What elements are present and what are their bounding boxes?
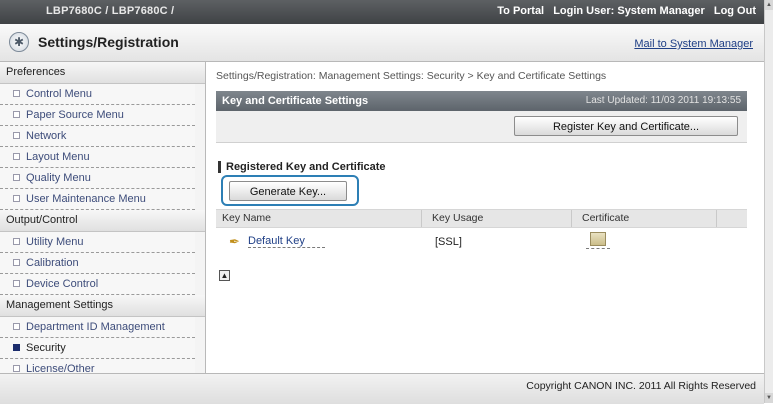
sidebar-section-preferences: Preferences: [0, 62, 205, 84]
settings-gear-icon: ✱: [9, 32, 29, 52]
panel-header: Key and Certificate Settings Last Update…: [216, 91, 747, 111]
back-to-top-icon[interactable]: ▲: [219, 270, 230, 281]
sidebar-item-department-id-management[interactable]: Department ID Management: [0, 317, 195, 338]
column-header-certificate: Certificate: [582, 212, 630, 224]
panel-body: Register Key and Certificate...: [216, 111, 747, 143]
sidebar-section-management-settings: Management Settings: [0, 295, 205, 317]
sidebar-item-label: Network: [26, 130, 67, 142]
section-title: Registered Key and Certificate: [218, 161, 386, 173]
page-title: Settings/Registration: [38, 34, 179, 50]
sidebar-item-utility-menu[interactable]: Utility Menu: [0, 232, 195, 253]
column-divider: [571, 210, 572, 227]
bullet-icon: [13, 280, 20, 287]
title-bar: ✱ Settings/Registration Mail to System M…: [0, 24, 764, 62]
column-header-key-name: Key Name: [222, 212, 272, 224]
sidebar-item-label: Layout Menu: [26, 151, 90, 163]
generate-key-button[interactable]: Generate Key...: [229, 181, 347, 201]
vertical-scrollbar[interactable]: ▲ ▼: [764, 0, 773, 403]
register-key-certificate-button[interactable]: Register Key and Certificate...: [514, 116, 738, 136]
key-icon: ✒: [229, 234, 240, 249]
bullet-icon: [13, 153, 20, 160]
to-portal-link[interactable]: To Portal: [497, 5, 544, 17]
sidebar-item-control-menu[interactable]: Control Menu: [0, 84, 195, 105]
bullet-icon: [13, 111, 20, 118]
bullet-icon: [13, 132, 20, 139]
sidebar-item-quality-menu[interactable]: Quality Menu: [0, 168, 195, 189]
logout-link[interactable]: Log Out: [714, 5, 756, 17]
copyright: Copyright CANON INC. 2011 All Rights Res…: [526, 380, 756, 392]
certificate-underline: [586, 248, 610, 249]
sidebar-item-label: Control Menu: [26, 88, 93, 100]
sidebar-item-user-maintenance-menu[interactable]: User Maintenance Menu: [0, 189, 195, 210]
device-name: LBP7680C / LBP7680C /: [46, 5, 175, 17]
sidebar-item-label: Department ID Management: [26, 321, 165, 333]
sidebar: Preferences Control Menu Paper Source Me…: [0, 62, 206, 373]
table-row: ✒ Default Key [SSL]: [216, 228, 747, 258]
sidebar-item-label: Paper Source Menu: [26, 109, 124, 121]
scroll-up-icon[interactable]: ▲: [765, 0, 773, 10]
sidebar-item-paper-source-menu[interactable]: Paper Source Menu: [0, 105, 195, 126]
login-user-label: Login User: System Manager: [553, 5, 705, 17]
top-bar: LBP7680C / LBP7680C / To Portal Login Us…: [0, 0, 764, 24]
sidebar-item-layout-menu[interactable]: Layout Menu: [0, 147, 195, 168]
sidebar-item-network[interactable]: Network: [0, 126, 195, 147]
last-updated: Last Updated: 11/03 2011 19:13:55: [585, 95, 741, 106]
main-content: Settings/Registration: Management Settin…: [206, 62, 764, 373]
sidebar-item-device-control[interactable]: Device Control: [0, 274, 195, 295]
sidebar-item-label: Security: [26, 342, 66, 354]
sidebar-item-calibration[interactable]: Calibration: [0, 253, 195, 274]
bullet-icon: [13, 365, 20, 372]
sidebar-section-output-control: Output/Control: [0, 210, 205, 232]
bullet-icon: [13, 174, 20, 181]
bullet-icon: [13, 195, 20, 202]
bullet-icon: [13, 259, 20, 266]
breadcrumb: Settings/Registration: Management Settin…: [216, 70, 607, 82]
sidebar-item-label: User Maintenance Menu: [26, 193, 146, 205]
mail-to-system-manager-link[interactable]: Mail to System Manager: [634, 38, 753, 50]
key-usage: [SSL]: [435, 236, 462, 248]
column-divider: [716, 210, 717, 227]
bullet-icon: [13, 90, 20, 97]
key-name-link[interactable]: Default Key: [248, 235, 325, 248]
table-header: Key Name Key Usage Certificate: [216, 209, 747, 228]
sidebar-item-security[interactable]: Security: [0, 338, 195, 359]
bullet-icon: [13, 323, 20, 330]
scroll-down-icon[interactable]: ▼: [765, 393, 773, 403]
certificate-icon[interactable]: [590, 232, 606, 246]
top-links: To Portal Login User: System Manager Log…: [491, 5, 756, 17]
bullet-icon: [13, 344, 20, 351]
sidebar-item-label: Calibration: [26, 257, 79, 269]
panel-title: Key and Certificate Settings: [222, 95, 369, 107]
sidebar-item-label: Quality Menu: [26, 172, 91, 184]
bullet-icon: [13, 238, 20, 245]
key-table: Key Name Key Usage Certificate ✒ Default…: [216, 209, 747, 258]
column-header-key-usage: Key Usage: [432, 212, 484, 224]
sidebar-item-license-other[interactable]: License/Other: [0, 359, 195, 373]
sidebar-item-label: Utility Menu: [26, 236, 84, 248]
column-divider: [421, 210, 422, 227]
sidebar-item-label: License/Other: [26, 363, 95, 373]
footer: Copyright CANON INC. 2011 All Rights Res…: [0, 373, 764, 404]
highlight-box: Generate Key...: [221, 175, 359, 206]
sidebar-item-label: Device Control: [26, 278, 99, 290]
